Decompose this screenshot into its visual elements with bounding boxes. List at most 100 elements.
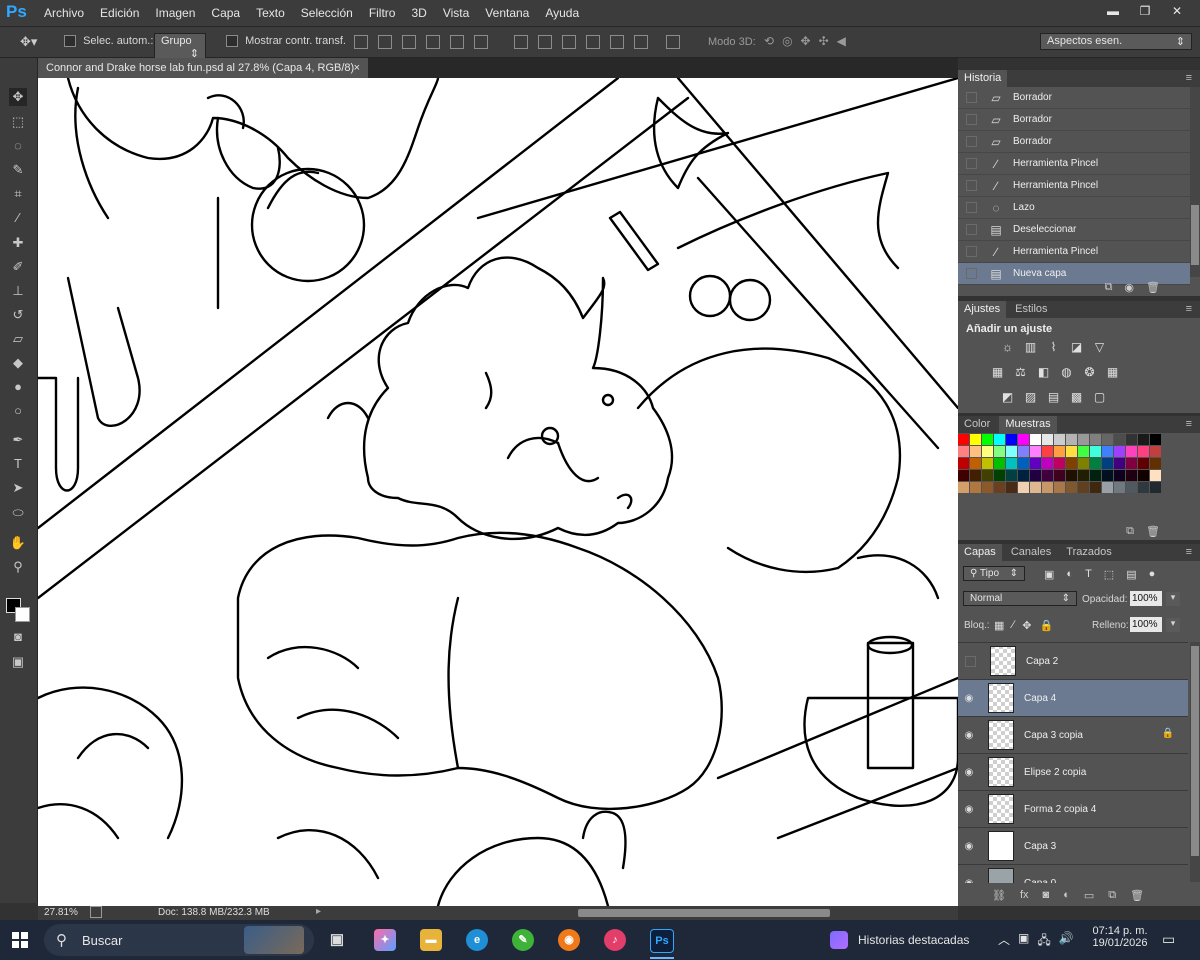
color-swatch[interactable]	[1042, 434, 1053, 445]
clone-stamp-tool-icon[interactable]: ⊥	[9, 282, 27, 300]
color-swatch[interactable]	[982, 446, 993, 457]
tab-color[interactable]: Color	[958, 416, 996, 433]
color-swatch[interactable]	[1126, 458, 1137, 469]
color-swatch[interactable]	[1006, 482, 1017, 493]
menu-item-filtro[interactable]: Filtro	[369, 6, 396, 20]
task-view-icon[interactable]: ▣	[326, 929, 348, 951]
filter-smart-object-icon[interactable]: ▤	[1126, 568, 1136, 581]
color-swatch[interactable]	[1102, 434, 1113, 445]
layers-scrollbar[interactable]	[1190, 642, 1200, 882]
visibility-off-icon[interactable]	[965, 655, 976, 667]
layer-row[interactable]: ◉ Forma 2 copia 4	[958, 791, 1188, 828]
color-swatch[interactable]	[1054, 482, 1065, 493]
color-swatch[interactable]	[1018, 446, 1029, 457]
layer-row[interactable]: ◉ Capa 0	[958, 865, 1188, 883]
color-swatch[interactable]	[1066, 458, 1077, 469]
music-app-icon[interactable]: ♪	[604, 929, 626, 951]
menu-item-3d[interactable]: 3D	[411, 6, 426, 20]
copilot-icon[interactable]: ✦	[374, 929, 396, 951]
screen-mode-icon[interactable]: ▣	[9, 653, 27, 671]
layer-name[interactable]: Capa 4	[1024, 693, 1056, 704]
layer-name[interactable]: Forma 2 copia 4	[1024, 804, 1096, 815]
color-swatch[interactable]	[1114, 470, 1125, 481]
menu-item-ventana[interactable]: Ventana	[485, 6, 529, 20]
color-swatch[interactable]	[1042, 482, 1053, 493]
color-swatch[interactable]	[958, 434, 969, 445]
lock-transparency-icon[interactable]: ▦	[994, 619, 1004, 632]
color-swatch[interactable]	[994, 434, 1005, 445]
quick-selection-tool-icon[interactable]: ✎	[9, 161, 27, 179]
history-item[interactable]: ◌ Lazo	[958, 197, 1190, 219]
history-item[interactable]: ▱ Borrador	[958, 131, 1190, 153]
link-layers-icon[interactable]: ⛓	[992, 889, 1006, 902]
edge-icon[interactable]: e	[466, 929, 488, 951]
filter-shape-icon[interactable]: ⬚	[1104, 568, 1114, 581]
history-scroll-thumb[interactable]	[1191, 205, 1199, 265]
color-swatch[interactable]	[1018, 482, 1029, 493]
color-swatch[interactable]	[1090, 482, 1101, 493]
color-swatch[interactable]	[1030, 458, 1041, 469]
curves-icon[interactable]: ⌇	[1046, 341, 1061, 354]
color-swatch[interactable]	[958, 470, 969, 481]
eyedropper-tool-icon[interactable]: ∕	[9, 209, 27, 227]
menu-item-ayuda[interactable]: Ayuda	[545, 6, 579, 20]
color-swatch[interactable]	[1030, 446, 1041, 457]
export-icon[interactable]	[90, 906, 102, 918]
filter-pixel-icon[interactable]: ▣	[1044, 568, 1054, 581]
color-swatch[interactable]	[1030, 482, 1041, 493]
color-swatch[interactable]	[1150, 434, 1161, 445]
layer-name[interactable]: Elipse 2 copia	[1024, 767, 1086, 778]
tab-swatches[interactable]: Muestras	[999, 416, 1057, 433]
levels-icon[interactable]: ▥	[1023, 341, 1038, 354]
layer-row[interactable]: Capa 2	[958, 643, 1188, 680]
invert-icon[interactable]: ◩	[1000, 391, 1015, 404]
color-swatch[interactable]	[1114, 446, 1125, 457]
color-swatch[interactable]	[1006, 434, 1017, 445]
color-swatch[interactable]	[958, 482, 969, 493]
color-balance-icon[interactable]: ⚖	[1013, 366, 1028, 379]
history-snapshot-checkbox[interactable]	[966, 136, 977, 147]
layer-row[interactable]: ◉ Capa 3 copia 🔒	[958, 717, 1188, 754]
black-white-icon[interactable]: ◧	[1036, 366, 1051, 379]
tab-channels[interactable]: Canales	[1005, 544, 1057, 561]
notifications-icon[interactable]: ▭	[1162, 931, 1175, 948]
move-tool-icon[interactable]: ✥	[9, 88, 27, 106]
vibrance-icon[interactable]: ▽	[1092, 341, 1107, 354]
ellipse-tool-icon[interactable]: ⬭	[9, 504, 27, 522]
network-icon[interactable]: 🖧	[1037, 931, 1050, 952]
widgets-news-label[interactable]: Historias destacadas	[858, 933, 969, 947]
color-swatch[interactable]	[1042, 446, 1053, 457]
color-swatch[interactable]	[1054, 458, 1065, 469]
color-swatch[interactable]	[1054, 446, 1065, 457]
distribute-right-icon[interactable]	[634, 35, 648, 49]
distribute-hcenter-icon[interactable]	[610, 35, 624, 49]
color-swatch[interactable]	[1078, 446, 1089, 457]
history-snapshot-checkbox[interactable]	[966, 202, 977, 213]
color-swatch[interactable]	[1102, 482, 1113, 493]
app-green-icon[interactable]: ✎	[512, 929, 534, 951]
transform-controls-checkbox[interactable]	[226, 35, 238, 48]
tray-app-icon[interactable]: ▣	[1018, 931, 1029, 952]
distribute-top-icon[interactable]	[514, 35, 528, 49]
color-swatch[interactable]	[1078, 434, 1089, 445]
layer-row[interactable]: ◉ Elipse 2 copia	[958, 754, 1188, 791]
color-swatch[interactable]	[1138, 434, 1149, 445]
layers-scroll-thumb[interactable]	[1191, 646, 1199, 856]
fill-input[interactable]: 100%	[1130, 617, 1162, 632]
auto-select-checkbox[interactable]	[64, 35, 76, 48]
background-color-swatch[interactable]	[15, 607, 30, 622]
tab-history[interactable]: Historia	[958, 70, 1008, 87]
history-scrollbar[interactable]	[1190, 87, 1200, 277]
lock-all-icon[interactable]: 🔒	[1039, 619, 1053, 632]
eye-icon[interactable]: ◉	[958, 878, 980, 884]
hand-tool-icon[interactable]: ✋	[9, 534, 27, 552]
horizontal-scrollbar[interactable]	[578, 909, 830, 917]
document-canvas[interactable]	[38, 78, 958, 906]
align-right-icon[interactable]	[474, 35, 488, 49]
quick-mask-icon[interactable]: ◙	[9, 628, 27, 646]
filter-adjustment-icon[interactable]: ◐	[1066, 568, 1073, 581]
history-snapshot-checkbox[interactable]	[966, 268, 977, 279]
layer-name[interactable]: Capa 3 copia	[1024, 730, 1083, 741]
type-tool-icon[interactable]: T	[9, 455, 27, 473]
tab-styles[interactable]: Estilos	[1009, 301, 1053, 318]
